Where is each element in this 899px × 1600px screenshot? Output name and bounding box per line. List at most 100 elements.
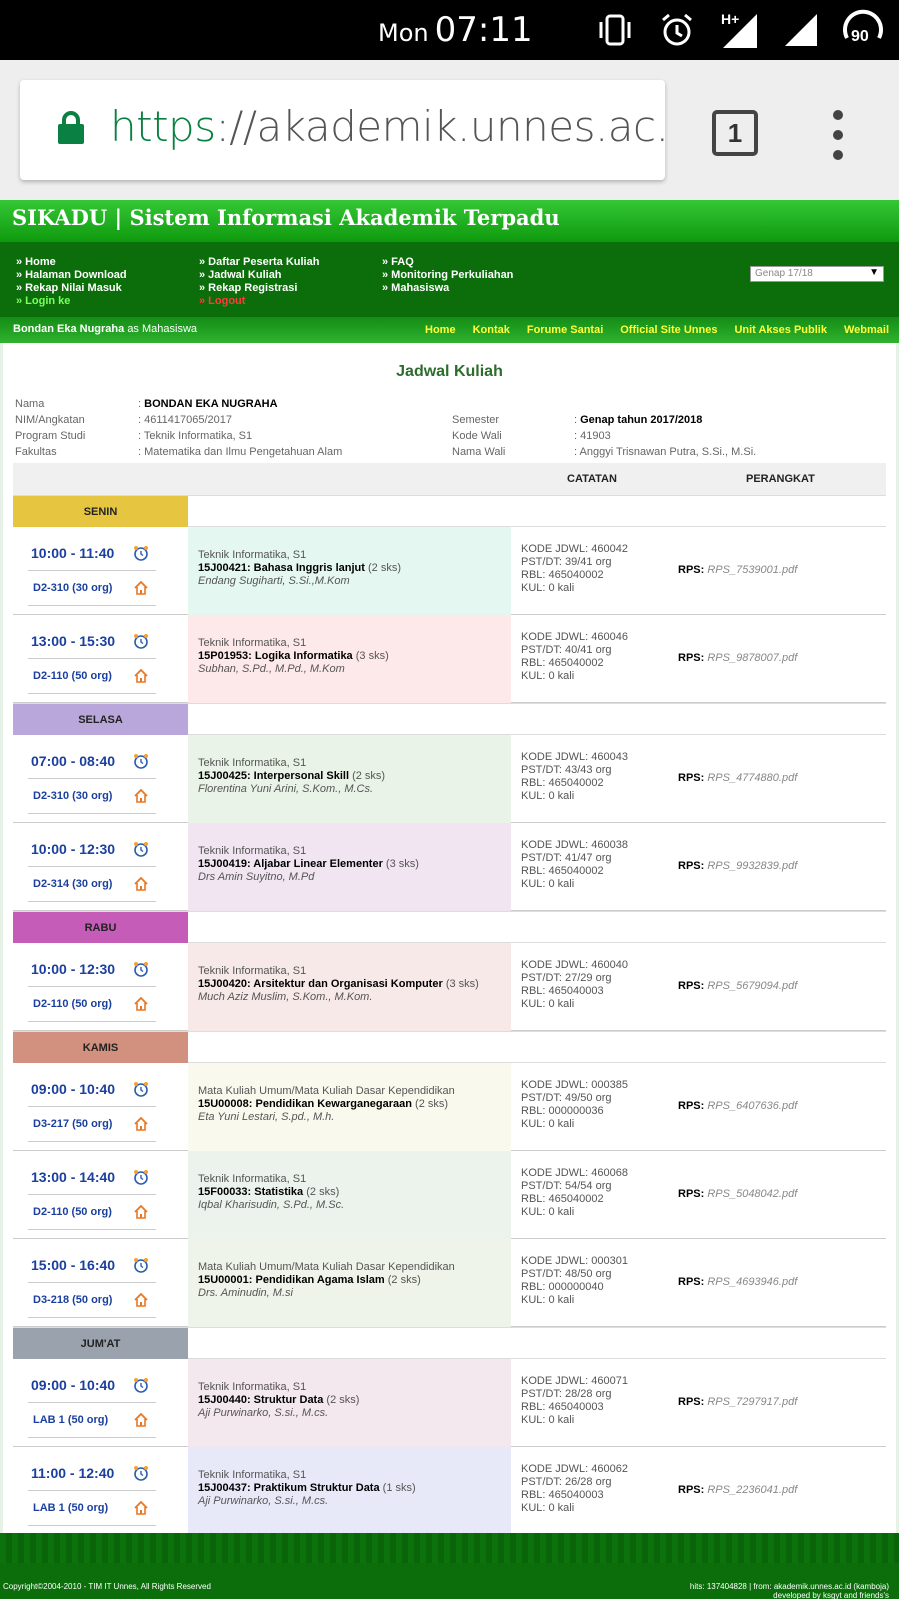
day-label: KAMIS — [13, 1032, 188, 1063]
nav-link[interactable]: » Monitoring Perkuliahan — [382, 269, 513, 282]
vibrate-icon — [593, 8, 637, 52]
rps-link[interactable]: RPS: RPS_4693946.pdf — [678, 1276, 797, 1288]
course-notes: KODE JDWL: 460038 PST/DT: 41/47 org RBL: 4… — [521, 839, 628, 890]
top-link[interactable]: Forume Santai — [527, 324, 603, 336]
top-link[interactable]: Unit Akses Publik — [734, 324, 827, 336]
footer-hits: hits: 137404828 | from: akademik.unnes.a… — [689, 1582, 889, 1600]
table-header: CATATAN PERANGKAT — [13, 463, 886, 495]
schedule-row: 15:00 - 16:40 D3-218 (50 org) Mata Kuliah … — [13, 1239, 886, 1327]
user-info: Bondan Eka Nugraha as Mahasiswa — [13, 323, 198, 335]
site-page: SIKADU | Sistem Informasi Akademik Terpa… — [0, 200, 899, 1600]
course-name: 15J00419: Aljabar Linear Elementer — [198, 858, 383, 870]
rps-link[interactable]: RPS: RPS_2236041.pdf — [678, 1484, 797, 1496]
class-time: 13:00 - 15:30 — [31, 633, 116, 649]
lecturer: Aji Purwinarko, S.si., M.cs. — [198, 1407, 329, 1419]
course-name: 15J00421: Bahasa Inggris lanjut — [198, 562, 365, 574]
class-time: 11:00 - 12:40 — [31, 1465, 115, 1481]
top-link[interactable]: Kontak — [473, 324, 510, 336]
lecturer: Eta Yuni Lestari, S.pd., M.h. — [198, 1111, 335, 1123]
course-notes: KODE JDWL: 460071 PST/DT: 28/28 org RBL: 4… — [521, 1375, 628, 1426]
course-name: 15U00008: Pendidikan Kewarganegaraan — [198, 1098, 412, 1110]
main-nav: » Home» Halaman Download» Rekap Nilai Ma… — [0, 242, 899, 317]
overflow-menu-icon[interactable] — [832, 110, 844, 160]
student-name: BONDAN EKA NUGRAHA — [144, 398, 278, 410]
nav-link[interactable]: » Login ke — [16, 295, 127, 308]
semester-select[interactable]: Genap 17/18 ▼ — [750, 266, 884, 282]
course-info: Teknik Informatika, S1 15F00033: Statisti… — [188, 1151, 511, 1239]
tab-switcher-button[interactable]: 1 — [712, 110, 758, 156]
class-time: 15:00 - 16:40 — [31, 1257, 116, 1273]
day-header: SELASA — [13, 703, 886, 735]
nav-link[interactable]: » Rekap Nilai Masuk — [16, 282, 127, 295]
day-header: KAMIS — [13, 1031, 886, 1063]
day-label: SENIN — [13, 496, 188, 527]
rps-link[interactable]: RPS: RPS_7539001.pdf — [678, 564, 797, 576]
course-notes: KODE JDWL: 000385 PST/DT: 49/50 org RBL: 0… — [521, 1079, 628, 1130]
home-icon — [133, 996, 149, 1012]
lecturer: Aji Purwinarko, S.si., M.cs. — [198, 1495, 329, 1507]
class-room: D2-110 (50 org) — [33, 1206, 112, 1218]
rps-link[interactable]: RPS: RPS_5679094.pdf — [678, 980, 797, 992]
rps-link[interactable]: RPS: RPS_9932839.pdf — [678, 860, 797, 872]
schedule-row: 09:00 - 10:40 D3-217 (50 org) Mata Kuliah … — [13, 1063, 886, 1151]
schedule-row: 09:00 - 10:40 LAB 1 (50 org) Teknik Inform… — [13, 1359, 886, 1447]
day-header: RABU — [13, 911, 886, 943]
nav-link[interactable]: » Jadwal Kuliah — [199, 269, 319, 282]
address-bar[interactable]: https://akademik.unnes.ac.id/ir — [20, 80, 665, 180]
nav-link[interactable]: » Mahasiswa — [382, 282, 513, 295]
nav-link[interactable]: » Logout — [199, 295, 319, 308]
home-icon — [133, 580, 149, 596]
course-notes: KODE JDWL: 460040 PST/DT: 27/29 org RBL: 4… — [521, 959, 628, 1010]
nav-link[interactable]: » Daftar Peserta Kuliah — [199, 256, 319, 269]
course-info: Mata Kuliah Umum/Mata Kuliah Dasar Kepen… — [188, 1239, 511, 1327]
home-icon — [133, 1116, 149, 1132]
class-room: LAB 1 (50 org) — [33, 1502, 109, 1514]
schedule-row: 11:00 - 12:40 LAB 1 (50 org) Teknik Inform… — [13, 1447, 886, 1535]
rps-link[interactable]: RPS: RPS_6407636.pdf — [678, 1100, 797, 1112]
top-link[interactable]: Webmail — [844, 324, 889, 336]
course-notes: KODE JDWL: 460062 PST/DT: 26/28 org RBL: 4… — [521, 1463, 628, 1514]
signal-hplus-icon: H+ — [717, 8, 761, 52]
site-header-title: SIKADU | Sistem Informasi Akademik Terpa… — [0, 200, 899, 242]
nav-link[interactable]: » Rekap Registrasi — [199, 282, 319, 295]
rps-link[interactable]: RPS: RPS_5048042.pdf — [678, 1188, 797, 1200]
lecturer: Florentina Yuni Arini, S.Kom., M.Cs. — [198, 783, 374, 795]
class-time: 07:00 - 08:40 — [31, 753, 116, 769]
schedule-content: Jadwal Kuliah Nama NIM/Angkatan Program … — [3, 343, 896, 1535]
lecturer: Iqbal Kharisudin, S.Pd., M.Sc. — [198, 1199, 345, 1211]
clock-icon — [133, 633, 149, 649]
course-name: 15F00033: Statistika — [198, 1186, 304, 1198]
top-link[interactable]: Official Site Unnes — [620, 324, 717, 336]
lecturer: Drs Amin Suyitno, M.Pd — [198, 871, 315, 883]
clock-icon — [133, 545, 149, 561]
nav-link[interactable]: » Halaman Download — [16, 269, 127, 282]
day-label: RABU — [13, 912, 188, 943]
lock-icon — [58, 111, 84, 144]
home-icon — [133, 668, 149, 684]
course-info: Teknik Informatika, S1 15J00437: Praktiku… — [188, 1447, 511, 1535]
rps-link[interactable]: RPS: RPS_4774880.pdf — [678, 772, 797, 784]
clock-icon — [133, 1465, 149, 1481]
course-info: Teknik Informatika, S1 15J00425: Interper… — [188, 735, 511, 823]
home-icon — [133, 1500, 149, 1516]
class-time: 09:00 - 10:40 — [31, 1081, 116, 1097]
class-room: D3-218 (50 org) — [33, 1294, 113, 1306]
top-link[interactable]: Home — [425, 324, 456, 336]
nav-link[interactable]: » Home — [16, 256, 127, 269]
home-icon — [133, 876, 149, 892]
nav-link[interactable]: » FAQ — [382, 256, 513, 269]
home-icon — [133, 1412, 149, 1428]
course-notes: KODE JDWL: 460068 PST/DT: 54/54 org RBL: 4… — [521, 1167, 628, 1218]
schedule-row: 10:00 - 12:30 D2-314 (30 org) Teknik Infor… — [13, 823, 886, 911]
course-info: Teknik Informatika, S1 15J00421: Bahasa I… — [188, 527, 511, 615]
svg-text:H+: H+ — [721, 11, 739, 27]
rps-link[interactable]: RPS: RPS_9878007.pdf — [678, 652, 797, 664]
lecturer: Endang Sugiharti, S.Si.,M.Kom — [198, 575, 350, 587]
day-header: JUM'AT — [13, 1327, 886, 1359]
course-notes: KODE JDWL: 460043 PST/DT: 43/43 org RBL: 4… — [521, 751, 628, 802]
class-room: D2-310 (30 org) — [33, 582, 113, 594]
class-room: LAB 1 (50 org) — [33, 1414, 109, 1426]
rps-link[interactable]: RPS: RPS_7297917.pdf — [678, 1396, 797, 1408]
home-icon — [133, 788, 149, 804]
class-time: 13:00 - 14:40 — [31, 1169, 116, 1185]
